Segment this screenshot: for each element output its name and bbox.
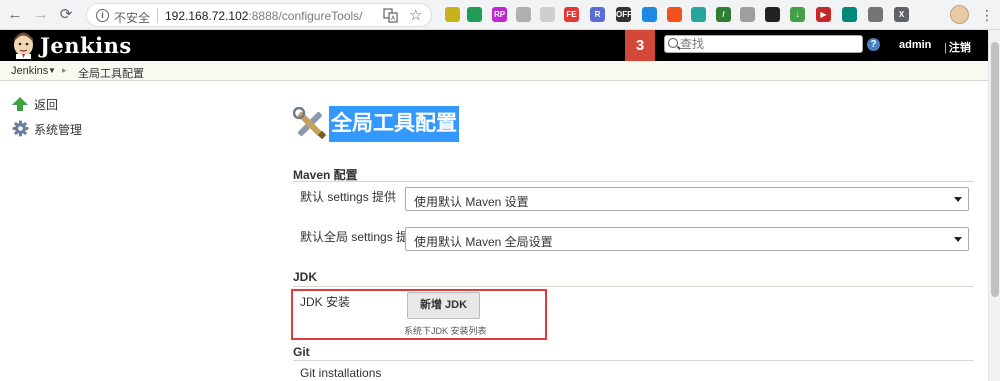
reload-icon[interactable]: ⟳ <box>57 6 75 24</box>
url-text[interactable]: 192.168.72.102:8888/configureTools/ <box>165 9 363 23</box>
info-icon[interactable]: i <box>96 9 109 22</box>
forward-icon[interactable]: → <box>32 6 50 24</box>
extension-icon[interactable]: FE <box>564 7 579 22</box>
page-title: 全局工具配置 <box>329 106 459 142</box>
extension-icon[interactable]: OFF <box>616 7 632 22</box>
select-value: 使用默认 Maven 设置 <box>414 195 529 209</box>
page-scrollbar[interactable] <box>988 30 1000 381</box>
maven-settings-label: 默认 settings 提供 <box>300 190 397 204</box>
maven-global-settings-label: 默认全局 settings 提供 <box>300 230 421 244</box>
jenkins-header: Jenkins 3 ? admin |注销 <box>0 30 988 61</box>
sidebar-item-label[interactable]: 系统管理 <box>34 121 82 138</box>
jdk-install-hint: 系统下JDK 安装列表 <box>404 326 487 336</box>
help-icon[interactable]: ? <box>867 38 880 51</box>
breadcrumb: Jenkins ▼ ▸ 全局工具配置 <box>0 61 988 81</box>
jdk-install-label: JDK 安装 <box>300 295 351 309</box>
git-installations-label: Git installations <box>300 366 382 380</box>
extension-icon[interactable] <box>740 7 755 22</box>
sidebar-item-label[interactable]: 返回 <box>34 96 58 113</box>
section-divider <box>293 360 974 361</box>
maven-global-settings-select[interactable]: 使用默认 Maven 全局设置 <box>405 227 969 251</box>
select-value: 使用默认 Maven 全局设置 <box>414 235 553 249</box>
chevron-down-icon[interactable]: ▼ <box>48 66 56 75</box>
extension-icon[interactable]: X <box>894 7 909 22</box>
extension-icon[interactable]: ▶ <box>816 7 831 22</box>
scrollbar-thumb[interactable] <box>991 42 999 297</box>
add-jdk-button[interactable]: 新增 JDK <box>407 292 480 319</box>
section-divider <box>293 286 974 287</box>
chevron-down-icon <box>954 197 962 202</box>
breadcrumb-current[interactable]: 全局工具配置 <box>78 65 144 81</box>
browser-toolbar: ← → ⟳ i 不安全 192.168.72.102:8888/configur… <box>0 0 1000 30</box>
user-link[interactable]: admin <box>899 39 931 51</box>
jenkins-logo-icon[interactable] <box>11 32 36 59</box>
breadcrumb-separator-icon: ▸ <box>62 65 67 75</box>
extension-icon[interactable] <box>868 7 883 22</box>
address-bar[interactable]: i 不安全 192.168.72.102:8888/configureTools… <box>86 3 432 27</box>
extension-icon[interactable] <box>516 7 531 22</box>
extension-icon[interactable] <box>540 7 555 22</box>
extension-icon[interactable] <box>445 7 460 22</box>
extension-icon[interactable]: / <box>716 7 731 22</box>
up-arrow-icon <box>12 97 28 105</box>
extension-icon[interactable]: R <box>590 7 605 22</box>
address-separator <box>157 8 158 23</box>
logout-link[interactable]: | 注销 <box>944 39 971 55</box>
extension-icon[interactable] <box>765 7 780 22</box>
extension-icon[interactable] <box>642 7 657 22</box>
notification-badge[interactable]: 3 <box>625 30 655 61</box>
extension-icon[interactable]: ↓ <box>790 7 805 22</box>
maven-settings-select[interactable]: 使用默认 Maven 设置 <box>405 187 969 211</box>
gear-icon <box>12 120 29 137</box>
back-icon[interactable]: ← <box>6 6 24 24</box>
extension-icon[interactable] <box>842 7 857 22</box>
extension-icon[interactable] <box>667 7 682 22</box>
tools-icon <box>293 107 327 140</box>
jenkins-brand[interactable]: Jenkins <box>40 33 132 58</box>
profile-avatar-icon[interactable] <box>950 5 969 24</box>
extension-icon[interactable] <box>691 7 706 22</box>
section-heading-jdk: JDK <box>293 270 318 284</box>
search-input[interactable] <box>680 37 860 51</box>
breadcrumb-root[interactable]: Jenkins <box>11 65 48 77</box>
extension-icon[interactable]: RP <box>492 7 507 22</box>
browser-menu-icon[interactable]: ⋮ <box>980 6 994 24</box>
search-box[interactable] <box>664 35 863 53</box>
section-divider <box>293 181 974 182</box>
search-icon <box>668 38 678 48</box>
chevron-down-icon <box>954 237 962 242</box>
bookmark-star-icon[interactable]: ☆ <box>409 6 422 24</box>
section-heading-git: Git <box>293 345 310 359</box>
extension-icon[interactable] <box>467 7 482 22</box>
translate-icon[interactable]: A <box>383 8 398 23</box>
security-label: 不安全 <box>114 11 151 25</box>
